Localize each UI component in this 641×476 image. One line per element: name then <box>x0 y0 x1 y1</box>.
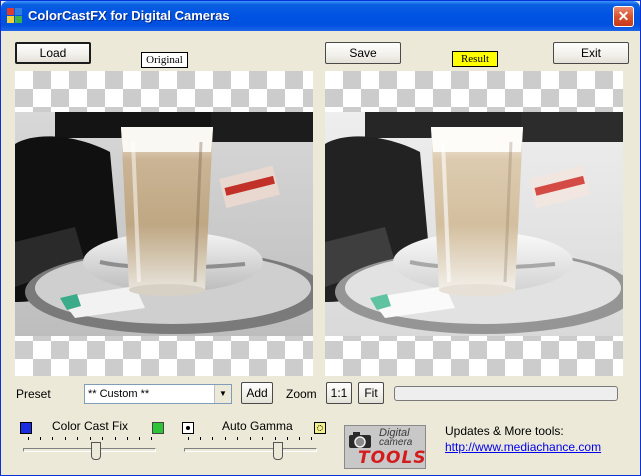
blue-square-icon <box>20 422 32 434</box>
logo-word-camera: camera <box>379 437 413 448</box>
original-image-panel[interactable] <box>15 71 313 376</box>
save-button[interactable]: Save <box>325 42 401 64</box>
color-cast-fix-label: Color Cast Fix <box>52 419 129 433</box>
green-square-icon <box>152 422 164 434</box>
color-cast-fix-ticks <box>28 437 152 441</box>
preset-dropdown[interactable]: ** Custom ** ▼ <box>84 384 232 404</box>
original-photo <box>15 112 313 336</box>
auto-gamma-thumb[interactable] <box>273 442 283 460</box>
preset-label: Preset <box>16 387 51 401</box>
camera-icon <box>349 432 371 448</box>
color-cast-fix-thumb[interactable] <box>91 442 101 460</box>
result-image-panel[interactable] <box>325 71 623 376</box>
original-label: Original <box>141 52 188 68</box>
light-dot-icon <box>314 422 326 434</box>
preset-value: ** Custom ** <box>88 388 150 400</box>
app-window: ColorCastFX for Digital Cameras ✕ Load O… <box>0 0 641 476</box>
digital-camera-tools-logo[interactable]: Digital camera TOOLS <box>344 425 426 469</box>
dark-dot-icon <box>182 422 194 434</box>
logo-word-tools: TOOLS <box>358 448 427 468</box>
close-button[interactable]: ✕ <box>613 6 634 27</box>
color-grid-icon <box>7 8 23 24</box>
result-label: Result <box>452 51 498 67</box>
color-cast-fix-slider[interactable] <box>23 442 156 462</box>
chevron-down-icon[interactable]: ▼ <box>214 385 231 403</box>
mediachance-link[interactable]: http://www.mediachance.com <box>445 440 601 454</box>
result-photo <box>325 112 623 336</box>
load-button[interactable]: Load <box>15 42 91 64</box>
updates-text: Updates & More tools: <box>445 424 564 438</box>
auto-gamma-ticks <box>188 437 312 441</box>
add-preset-button[interactable]: Add <box>241 382 273 404</box>
title-bar[interactable]: ColorCastFX for Digital Cameras ✕ <box>1 1 640 31</box>
progress-bar <box>394 386 618 401</box>
zoom-1to1-button[interactable]: 1:1 <box>326 382 352 404</box>
zoom-label: Zoom <box>286 387 317 401</box>
exit-button[interactable]: Exit <box>553 42 629 64</box>
window-title: ColorCastFX for Digital Cameras <box>28 8 230 23</box>
auto-gamma-slider[interactable] <box>184 442 317 462</box>
auto-gamma-label: Auto Gamma <box>222 419 293 433</box>
close-icon: ✕ <box>617 8 630 24</box>
zoom-fit-button[interactable]: Fit <box>358 382 384 404</box>
